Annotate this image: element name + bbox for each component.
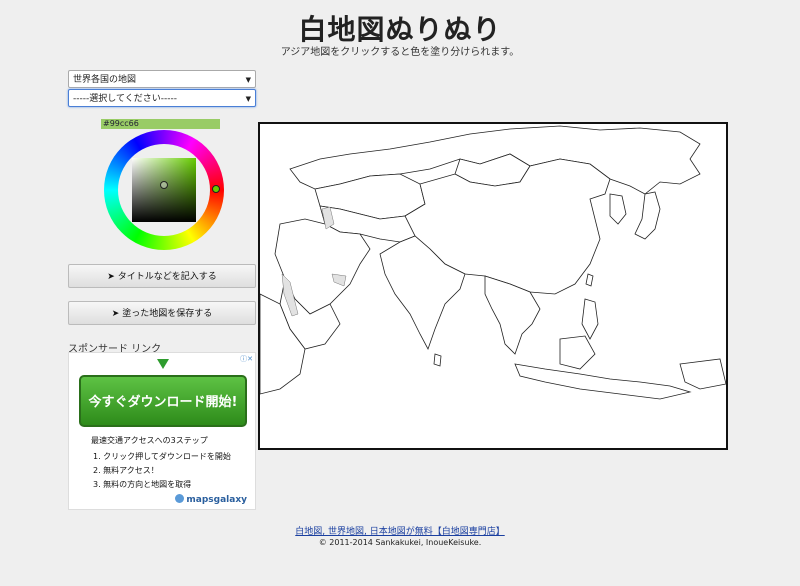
globe-icon [175, 494, 185, 503]
map-region-taiwan[interactable] [585, 273, 594, 287]
ad-heading: 最速交通アクセスへの3ステップ [91, 436, 208, 445]
saturation-value-marker[interactable] [160, 181, 168, 189]
chevron-down-icon: ▼ [245, 95, 251, 103]
saturation-value-square[interactable] [132, 158, 196, 222]
map-region-borneo[interactable] [559, 335, 596, 370]
map-region-philippines[interactable] [581, 298, 599, 340]
hue-marker[interactable] [212, 185, 220, 193]
color-picker[interactable] [104, 130, 224, 250]
map-type-select-value: 世界各国の地図 [73, 75, 137, 85]
save-map-button[interactable]: ➤ 塗った地図を保存する [68, 301, 256, 325]
map-region-papua[interactable] [679, 358, 726, 390]
page-subtitle: アジア地図をクリックすると色を塗り分けられます。 [280, 47, 520, 58]
map-region-sri-lanka[interactable] [433, 353, 442, 367]
ad-step: 2. 無料アクセス！ [93, 466, 159, 475]
ad-banner[interactable]: ⓘ✕ 今すぐダウンロード開始! 最速交通アクセスへの3ステップ 1. クリック押… [68, 352, 256, 510]
color-hex-field[interactable]: #99cc66 [101, 119, 220, 129]
chevron-down-icon: ▼ [245, 76, 251, 84]
page-title: 白地図ぬりぬり [298, 13, 502, 46]
ad-logo-text: mapsgalaxy [186, 495, 247, 505]
add-title-button[interactable]: ➤ タイトルなどを記入する [68, 264, 256, 288]
ad-arrow-icon [157, 359, 169, 369]
ad-download-button[interactable]: 今すぐダウンロード開始! [79, 375, 247, 427]
map-region-korea[interactable] [609, 193, 627, 225]
map-sub-select[interactable]: -----選択してください----- ▼ [68, 89, 256, 107]
ad-choices-icon[interactable]: ⓘ✕ [240, 354, 253, 364]
footer-copyright: © 2011-2014 Sankakukei, InoueKeisuke. [318, 538, 482, 547]
asia-map[interactable] [258, 122, 728, 450]
footer-link[interactable]: 白地図, 世界地図, 日本地図が無料【白地図専門店】 [0, 524, 800, 537]
map-type-select[interactable]: 世界各国の地図 ▼ [68, 70, 256, 88]
ad-step: 1. クリック押してダウンロードを開始 [93, 452, 231, 461]
map-sub-select-value: -----選択してください----- [73, 94, 177, 104]
ad-logo: mapsgalaxy [175, 494, 247, 505]
asia-map-svg[interactable] [260, 124, 726, 448]
map-region-japan[interactable] [634, 191, 661, 240]
map-region-indonesia[interactable] [514, 363, 692, 400]
ad-step: 3. 無料の方向と地図を取得 [93, 480, 192, 489]
